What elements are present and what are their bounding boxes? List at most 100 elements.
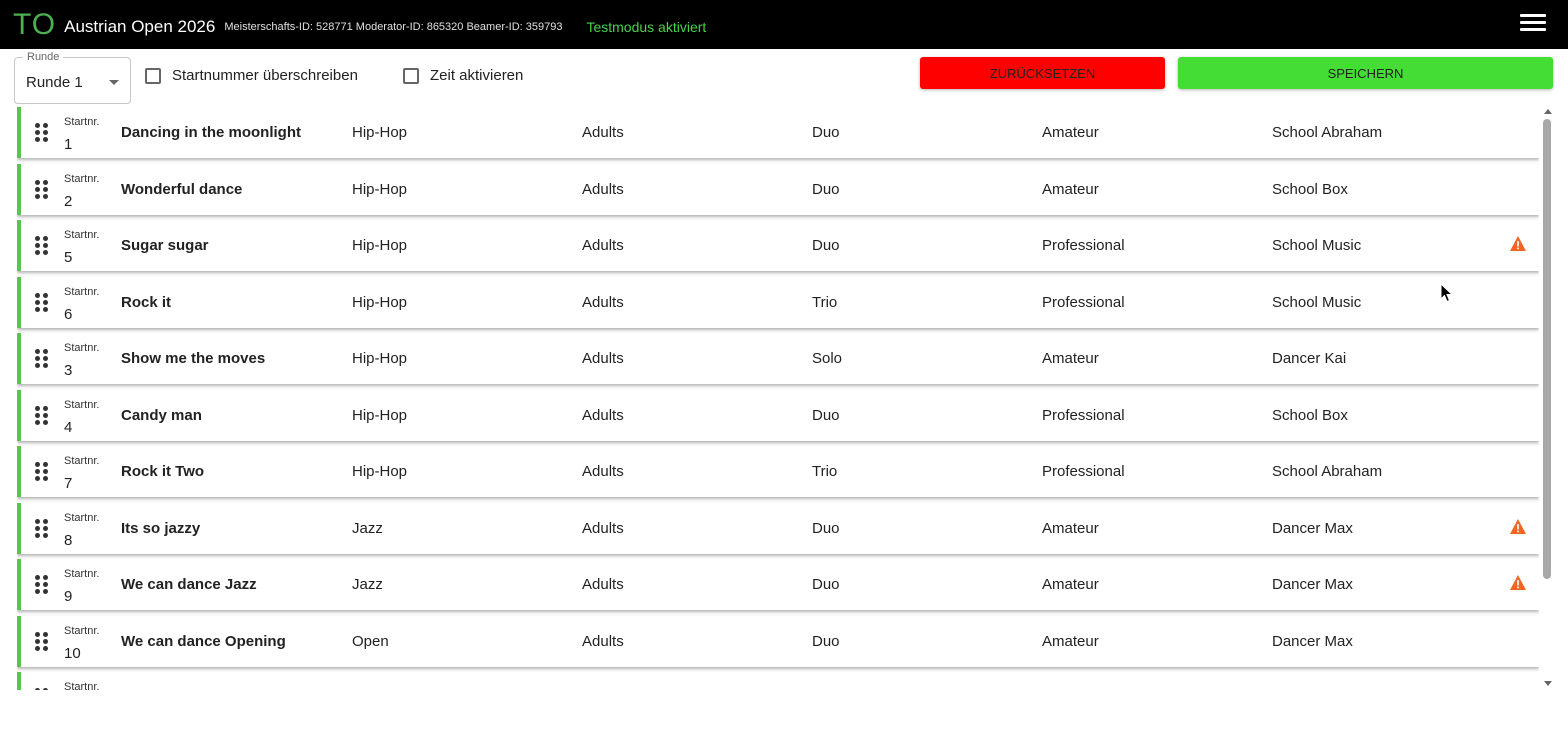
school-cell: School Abraham — [1272, 463, 1383, 480]
performance-row[interactable]: Startnr. 1 Dancing in the moonlight Hip-Hop… — [17, 107, 1539, 158]
save-button[interactable]: SPEICHERN — [1178, 57, 1553, 89]
override-startnumber-checkbox[interactable]: Startnummer überschreiben — [145, 67, 358, 84]
genre-cell: Hip-Hop — [352, 406, 408, 424]
round-select-value: Runde 1 — [26, 74, 83, 91]
performance-title: Sugar sugar — [121, 237, 209, 254]
genre-cell: Hip-Hop — [352, 237, 408, 254]
mouse-pointer-icon — [1440, 283, 1454, 303]
performance-row[interactable]: Startnr. 4 Candy man Hip-Hop Adults Duo Profes… — [17, 389, 1539, 441]
list-scrollbar[interactable] — [1541, 107, 1555, 690]
scroll-thumb[interactable] — [1543, 119, 1551, 579]
startnumber-value: 8 — [64, 531, 73, 549]
level-cell: Amateur — [1042, 350, 1099, 367]
formation-type-cell: Duo — [812, 519, 840, 537]
startnumber-value: 10 — [64, 644, 81, 662]
performance-title: Rock it Two — [121, 463, 205, 480]
startnumber-label: Startnr. — [64, 681, 100, 690]
school-cell: School Music — [1272, 237, 1362, 254]
level-cell: Amateur — [1042, 180, 1099, 198]
drag-handle-icon[interactable] — [35, 349, 49, 369]
performance-title: We can dance Jazz — [121, 576, 257, 593]
checkbox-box[interactable] — [403, 67, 419, 84]
age-group-cell: Adults — [582, 576, 624, 593]
age-group-cell: Adults — [582, 406, 624, 424]
performance-row[interactable]: Startnr. 3 Show me the moves Hip-Hop Adults S… — [17, 333, 1539, 384]
performance-title: Rock it — [121, 293, 172, 311]
age-group-cell: Adults — [582, 237, 624, 254]
school-cell: School Music — [1272, 293, 1362, 311]
age-group-cell: Adults — [582, 293, 624, 311]
formation-type-cell: Duo — [812, 406, 840, 424]
drag-handle-icon[interactable] — [35, 179, 49, 200]
age-group-cell: Adults — [582, 124, 624, 141]
drag-handle-icon[interactable] — [35, 292, 49, 313]
scroll-down-arrow-icon[interactable] — [1544, 681, 1552, 686]
dropdown-caret-icon — [109, 80, 119, 85]
startnumber-value: 9 — [64, 588, 73, 605]
startnumber-value: 3 — [64, 362, 73, 379]
round-select[interactable]: Runde Runde 1 — [14, 51, 131, 104]
app-logo: TO — [13, 7, 57, 41]
level-cell: Amateur — [1042, 124, 1099, 141]
formation-type-cell: Duo — [812, 237, 840, 254]
performance-title: Its so jazzy — [121, 519, 201, 537]
warning-icon[interactable] — [1509, 574, 1527, 591]
warning-icon[interactable] — [1509, 235, 1527, 252]
drag-handle-icon[interactable] — [35, 123, 49, 143]
startnumber-value: 2 — [64, 192, 73, 210]
checkbox-box[interactable] — [145, 67, 161, 84]
level-cell: Professional — [1042, 406, 1125, 424]
startnumber-value: 6 — [64, 305, 73, 323]
performance-row[interactable]: Startnr. 5 Sugar sugar Hip-Hop Adults Duo Prof… — [17, 220, 1539, 271]
startnumber-label: Startnr. — [64, 455, 100, 467]
drag-handle-icon[interactable] — [35, 236, 49, 256]
championship-title: Austrian Open 2026 — [64, 16, 216, 36]
warning-icon[interactable] — [1509, 518, 1527, 535]
age-group-cell: Adults — [582, 519, 624, 537]
performance-row[interactable]: Startnr. 9 We can dance Jazz Jazz Adults Duo A… — [17, 559, 1539, 610]
genre-cell: Hip-Hop — [352, 350, 408, 367]
performance-row[interactable]: Startnr. 2 Wonderful dance Hip-Hop Adults Duo… — [17, 163, 1539, 215]
drag-handle-icon[interactable] — [35, 518, 49, 539]
performance-title: We can dance Opening — [121, 632, 286, 650]
genre-cell: Hip-Hop — [352, 180, 408, 198]
performance-row[interactable]: Startnr. 6 Rock it Hip-Hop Adults Trio Profess… — [17, 276, 1539, 328]
drag-handle-icon[interactable] — [35, 575, 49, 595]
genre-cell: Hip-Hop — [352, 293, 408, 311]
age-group-cell: Adults — [582, 180, 624, 198]
scroll-up-arrow-icon[interactable] — [1544, 109, 1552, 114]
performance-title: Wonderful dance — [121, 180, 243, 198]
drag-handle-icon[interactable] — [35, 631, 49, 652]
genre-cell: Jazz — [352, 576, 383, 593]
startnumber-label: Startnr. — [64, 116, 100, 128]
performance-row[interactable]: Startnr. 8 Its so jazzy Jazz Adults Duo Amateu… — [17, 502, 1539, 554]
activate-time-checkbox[interactable]: Zeit aktivieren — [403, 67, 523, 84]
school-cell: Dancer Max — [1272, 519, 1353, 537]
app-header: TO Austrian Open 2026 Meisterschafts-ID:… — [0, 0, 1568, 49]
performance-list: Startnr. 1 Dancing in the moonlight Hip-Hop… — [17, 107, 1539, 690]
age-group-cell: Adults — [582, 463, 624, 480]
school-cell: School Box — [1272, 406, 1348, 424]
hamburger-menu-icon[interactable] — [1520, 14, 1546, 34]
activate-time-label: Zeit aktivieren — [430, 67, 524, 84]
startnumber-label: Startnr. — [64, 624, 100, 637]
level-cell: Professional — [1042, 293, 1125, 311]
startnumber-label: Startnr. — [64, 511, 100, 524]
genre-cell: Jazz — [352, 519, 383, 537]
formation-type-cell: Trio — [812, 293, 838, 311]
reset-button[interactable]: ZURÜCKSETZEN — [920, 57, 1165, 89]
startnumber-value: 4 — [64, 418, 73, 436]
performance-row[interactable]: Startnr. 7 Rock it Two Hip-Hop Adults Trio Pro… — [17, 446, 1539, 497]
formation-type-cell: Duo — [812, 632, 840, 650]
drag-handle-icon[interactable] — [35, 688, 49, 690]
drag-handle-icon[interactable] — [35, 405, 49, 426]
drag-handle-icon[interactable] — [35, 462, 49, 482]
startnumber-label: Startnr. — [64, 342, 100, 354]
championship-ids: Meisterschafts-ID: 528771 Moderator-ID: … — [224, 20, 563, 33]
school-cell: School Box — [1272, 180, 1348, 198]
performance-row[interactable]: Startnr. — [17, 672, 1539, 690]
formation-type-cell: Duo — [812, 576, 840, 593]
performance-row[interactable]: Startnr. 10 We can dance Opening Open Adults… — [17, 615, 1539, 667]
level-cell: Amateur — [1042, 576, 1099, 593]
school-cell: Dancer Max — [1272, 632, 1353, 650]
